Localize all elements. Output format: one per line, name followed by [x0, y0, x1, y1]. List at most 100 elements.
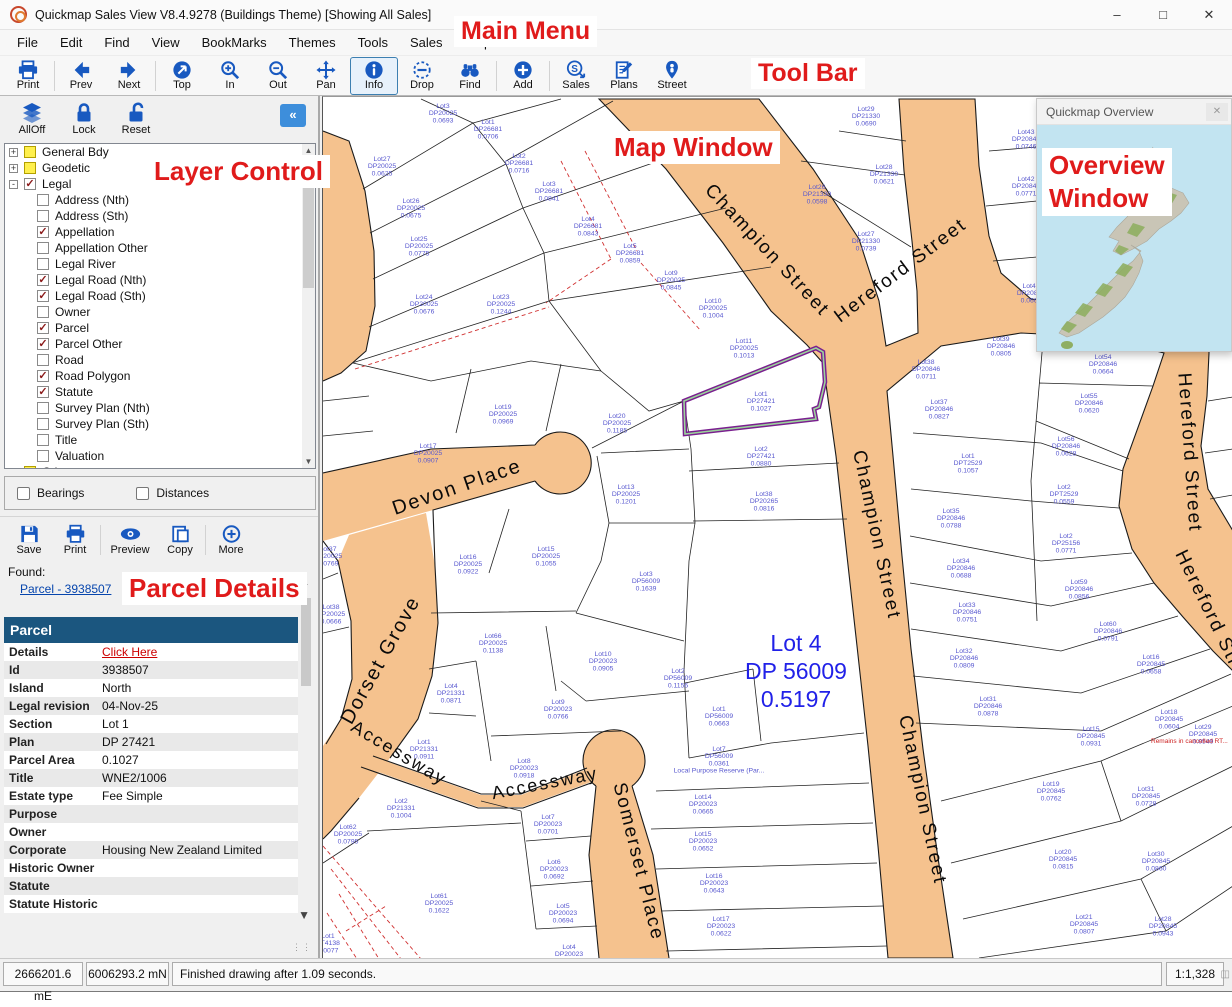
maximize-button[interactable]: □	[1140, 0, 1186, 30]
prev-button[interactable]: Prev	[57, 57, 105, 95]
menu-item-find[interactable]: Find	[93, 31, 140, 54]
toolbar-separator	[205, 525, 206, 555]
layer-checkbox[interactable]: ✓	[37, 274, 49, 286]
layer-checkbox[interactable]: ✓	[37, 226, 49, 238]
bearings-checkbox[interactable]	[17, 487, 30, 500]
menu-item-tools[interactable]: Tools	[347, 31, 399, 54]
layer-checkbox[interactable]	[37, 434, 49, 446]
resize-grip-icon[interactable]: ⋮⋮	[292, 942, 312, 953]
preview-button[interactable]: Preview	[103, 519, 157, 561]
parcel-scroll-down-icon[interactable]: ▼	[298, 908, 310, 922]
layer-checkbox[interactable]: ✓	[37, 370, 49, 382]
layer-tree-item-parcel[interactable]: ✓ Parcel	[5, 320, 315, 336]
collapse-panel-button[interactable]: «	[280, 104, 306, 127]
layer-checkbox[interactable]	[37, 306, 49, 318]
menu-item-file[interactable]: File	[6, 31, 49, 54]
layer-checkbox[interactable]: ✓	[24, 178, 36, 190]
layer-tree-item-address-sth-[interactable]: Address (Sth)	[5, 208, 315, 224]
layer-tree-item-parcel-other[interactable]: ✓ Parcel Other	[5, 336, 315, 352]
expand-node-icon[interactable]: +	[9, 468, 18, 470]
layer-checkbox[interactable]	[37, 242, 49, 254]
expand-node-icon[interactable]: +	[9, 148, 18, 157]
find-button[interactable]: Find	[446, 57, 494, 95]
layer-checkbox[interactable]: ✓	[37, 386, 49, 398]
info-button[interactable]: Info	[350, 57, 398, 95]
layer-tree-item-other[interactable]: +Other	[5, 464, 315, 469]
layer-tree-item-legal-road-nth-[interactable]: ✓Legal Road (Nth)	[5, 272, 315, 288]
next-button[interactable]: Next	[105, 57, 153, 95]
parcel-field-value: Housing New Zealand Limited	[100, 841, 298, 859]
layer-group-icon	[24, 466, 36, 469]
layer-tree-item-legal-river[interactable]: Legal River	[5, 256, 315, 272]
menu-item-sales[interactable]: Sales	[399, 31, 454, 54]
overview-close-icon[interactable]: ✕	[1206, 103, 1228, 121]
reset-button[interactable]: Reset	[110, 98, 162, 140]
zoom-out-button[interactable]: Out	[254, 57, 302, 95]
street-button[interactable]: Street	[648, 57, 696, 95]
app-logo-icon	[10, 6, 27, 23]
close-button[interactable]: ✕	[1186, 0, 1232, 30]
pan-button[interactable]: Pan	[302, 57, 350, 95]
scroll-down-icon[interactable]: ▼	[302, 455, 315, 468]
copy-button[interactable]: Copy	[157, 519, 203, 561]
print-details-button[interactable]: Print	[52, 519, 98, 561]
lock-button[interactable]: Lock	[58, 98, 110, 140]
toolbar-separator	[155, 61, 156, 91]
layer-checkbox[interactable]	[37, 354, 49, 366]
layer-tree-item-road-polygon[interactable]: ✓Road Polygon	[5, 368, 315, 384]
distances-checkbox[interactable]	[136, 487, 149, 500]
layer-checkbox[interactable]	[37, 194, 49, 206]
layer-checkbox[interactable]	[37, 450, 49, 462]
layer-checkbox[interactable]	[37, 418, 49, 430]
add-button[interactable]: Add	[499, 57, 547, 95]
copy-icon	[170, 524, 191, 544]
layer-tree-item-legal-road-sth-[interactable]: ✓Legal Road (Sth)	[5, 288, 315, 304]
parcel-scrollbar[interactable]	[300, 592, 312, 904]
layer-tree-item-survey-plan-nth-[interactable]: Survey Plan (Nth)	[5, 400, 315, 416]
layer-tree-item-title[interactable]: Title	[5, 432, 315, 448]
plans-button[interactable]: Plans	[600, 57, 648, 95]
layer-tree-item-owner[interactable]: Owner	[5, 304, 315, 320]
parcel-details-link[interactable]: Click Here	[100, 643, 298, 661]
layer-checkbox[interactable]: ✓	[37, 322, 49, 334]
menu-item-view[interactable]: View	[141, 31, 191, 54]
menu-item-edit[interactable]: Edit	[49, 31, 93, 54]
layer-label: Appellation	[55, 225, 114, 239]
layer-checkbox[interactable]: ✓	[37, 338, 49, 350]
print-button[interactable]: Print	[4, 57, 52, 95]
layer-tree-item-appellation[interactable]: ✓ Appellation	[5, 224, 315, 240]
layers-icon	[21, 102, 43, 124]
layer-tree-item-appellation-other[interactable]: Appellation Other	[5, 240, 315, 256]
layer-checkbox[interactable]	[37, 210, 49, 222]
overview-titlebar[interactable]: Quickmap Overview ✕	[1037, 99, 1231, 125]
layer-tree-item-survey-plan-sth-[interactable]: Survey Plan (Sth)	[5, 416, 315, 432]
layer-tree-item-statute[interactable]: ✓Statute	[5, 384, 315, 400]
menu-item-bookmarks[interactable]: BookMarks	[191, 31, 278, 54]
zoom-in-button[interactable]: In	[206, 57, 254, 95]
annotation-main-menu: Main Menu	[454, 16, 597, 47]
parcel-field-value	[100, 859, 298, 877]
more-button[interactable]: More	[208, 519, 254, 561]
save-button[interactable]: Save	[6, 519, 52, 561]
layer-label: Parcel Other	[55, 337, 122, 351]
layer-tree-item-road[interactable]: Road	[5, 352, 315, 368]
layer-label: Parcel	[55, 321, 89, 335]
layer-checkbox[interactable]	[37, 402, 49, 414]
window-resize-grip[interactable]: ◫	[1221, 969, 1230, 980]
layer-tree-item-valuation[interactable]: Valuation	[5, 448, 315, 464]
overview-window[interactable]: Quickmap Overview ✕	[1036, 98, 1232, 352]
parcel-scroll-thumb[interactable]	[301, 598, 311, 686]
minimize-button[interactable]: –	[1094, 0, 1140, 30]
collapse-node-icon[interactable]: -	[9, 180, 18, 189]
alloff-button[interactable]: AllOff	[6, 98, 58, 140]
menu-item-themes[interactable]: Themes	[278, 31, 347, 54]
drop-button[interactable]: Drop	[398, 57, 446, 95]
layer-tree-item-address-nth-[interactable]: Address (Nth)	[5, 192, 315, 208]
found-parcel-link[interactable]: Parcel - 3938507	[20, 582, 111, 596]
layer-checkbox[interactable]: ✓	[37, 290, 49, 302]
layer-checkbox[interactable]	[37, 258, 49, 270]
top-button[interactable]: Top	[158, 57, 206, 95]
expand-node-icon[interactable]: +	[9, 164, 18, 173]
sales-button[interactable]: S Sales	[552, 57, 600, 95]
tree-scrollbar[interactable]: ▲ ▼	[302, 144, 315, 468]
